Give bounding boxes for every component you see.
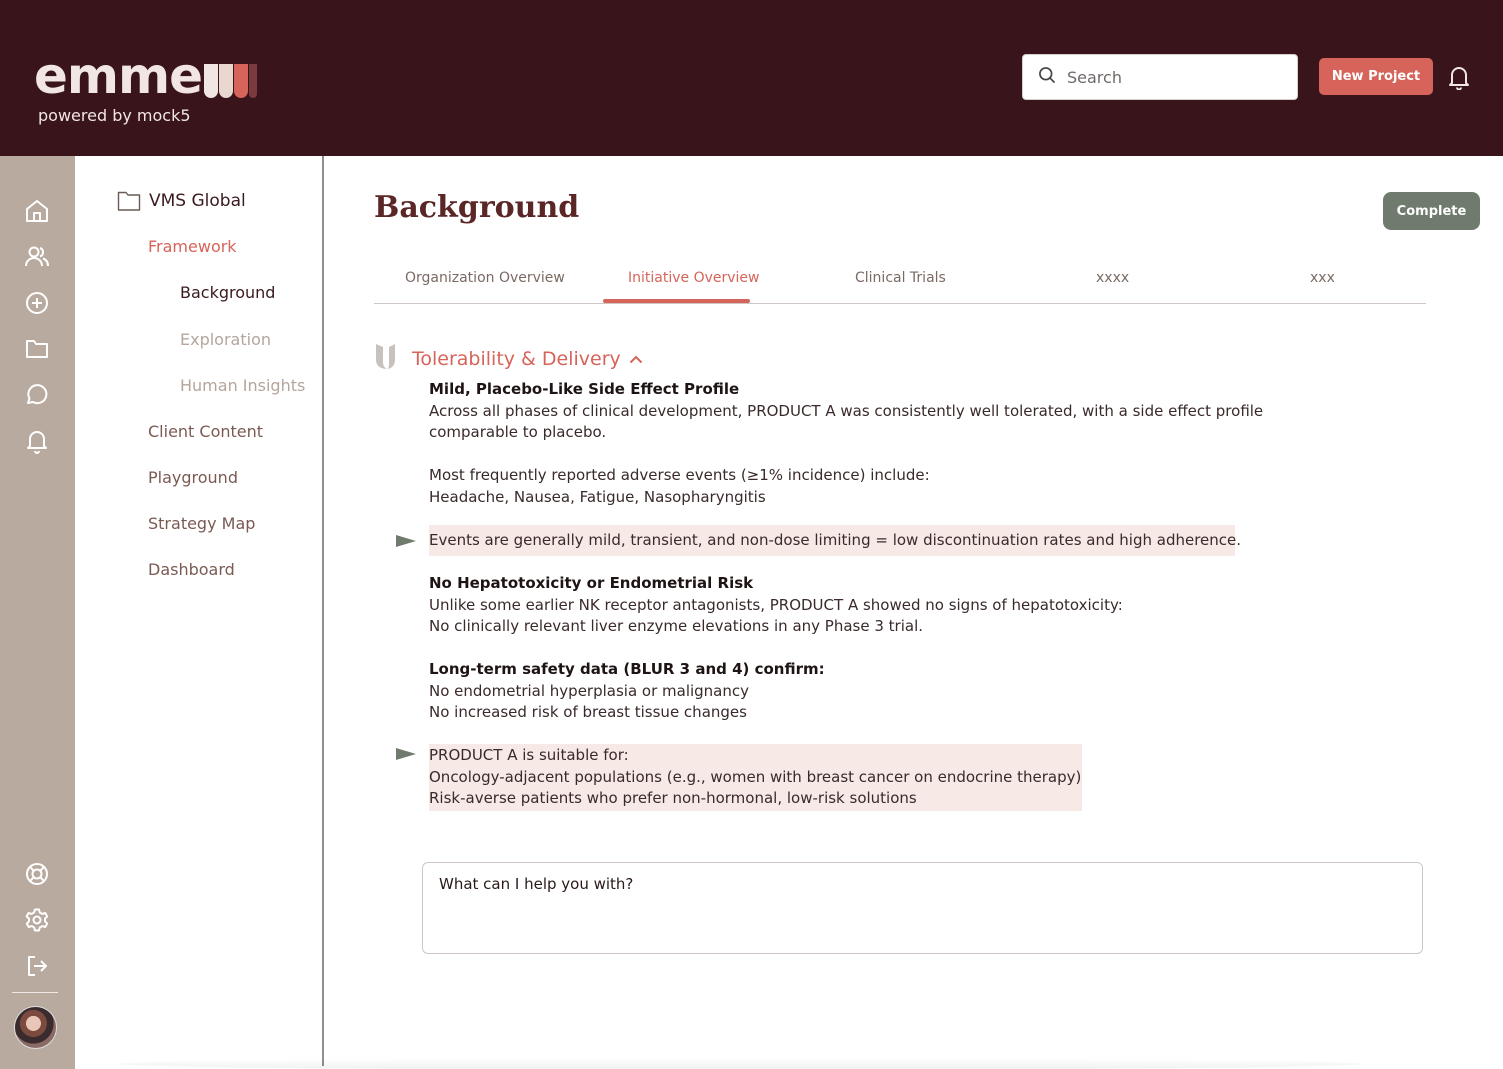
- nav-item-client-content[interactable]: Client Content: [148, 422, 263, 441]
- folder-outline-icon: [117, 191, 141, 211]
- brand-name: emme: [34, 47, 203, 105]
- callout-flag-icon: [396, 535, 416, 547]
- paragraph-line: Across all phases of clinical developmen…: [429, 402, 1264, 420]
- chevron-up-icon: [629, 355, 642, 364]
- search-icon: [1037, 65, 1057, 90]
- user-avatar[interactable]: [14, 1006, 57, 1049]
- complete-button[interactable]: Complete: [1383, 192, 1480, 230]
- paragraph-line: No increased risk of breast tissue chang…: [429, 703, 747, 721]
- nav-item-human-insights[interactable]: Human Insights: [180, 376, 305, 395]
- paragraph-line: comparable to placebo.: [429, 423, 607, 441]
- page-title: Background: [374, 190, 580, 225]
- paragraph-line: Most frequently reported adverse events …: [429, 466, 930, 484]
- active-tab-indicator: [603, 299, 750, 303]
- assistant-chat-box[interactable]: [422, 862, 1423, 954]
- bell-icon[interactable]: [24, 428, 50, 454]
- nav-item-playground[interactable]: Playground: [148, 468, 238, 487]
- callout-text: PRODUCT A is suitable for:: [429, 746, 629, 764]
- top-header: emme powered by mock5 New Project: [0, 0, 1503, 156]
- nav-item-exploration[interactable]: Exploration: [180, 330, 271, 349]
- callout-flag-icon: [396, 748, 416, 760]
- notifications-bell-icon[interactable]: [1447, 64, 1471, 91]
- settings-gear-icon[interactable]: [24, 907, 50, 933]
- nav-root-label: VMS Global: [149, 191, 246, 211]
- paragraph-line: Unlike some earlier NK receptor antagoni…: [429, 596, 1123, 614]
- subheading-side-effect: Mild, Placebo-Like Side Effect Profile: [429, 380, 740, 398]
- callout-text: Events are generally mild, transient, an…: [429, 531, 1242, 549]
- users-icon[interactable]: [24, 244, 50, 270]
- section-toggle-tolerability[interactable]: Tolerability & Delivery: [412, 348, 643, 370]
- nav-item-dashboard[interactable]: Dashboard: [148, 560, 235, 579]
- tab-bar: Organization Overview Initiative Overvie…: [374, 256, 1426, 304]
- brand-tagline: powered by mock5: [38, 106, 191, 125]
- nav-root-vms-global[interactable]: VMS Global: [117, 190, 246, 212]
- nav-item-background[interactable]: Background: [180, 283, 275, 302]
- paragraph-line: No endometrial hyperplasia or malignancy: [429, 682, 750, 700]
- search-box[interactable]: [1022, 54, 1298, 100]
- help-lifebuoy-icon[interactable]: [24, 861, 50, 887]
- folder-icon[interactable]: [24, 336, 50, 362]
- brand-logo[interactable]: emme: [34, 48, 258, 104]
- section-marker-icon: [374, 342, 398, 372]
- nav-item-strategy-map[interactable]: Strategy Map: [148, 514, 255, 533]
- section-heading: Tolerability & Delivery: [412, 348, 621, 370]
- home-icon[interactable]: [24, 198, 50, 224]
- main-content: Background Complete Organization Overvie…: [326, 156, 1503, 1069]
- subheading-hepatotoxicity: No Hepatotoxicity or Endometrial Risk: [429, 574, 754, 592]
- new-project-button[interactable]: New Project: [1319, 58, 1433, 95]
- callout-text: Risk-averse patients who prefer non-horm…: [429, 789, 917, 807]
- subheading-long-term-safety: Long-term safety data (BLUR 3 and 4) con…: [429, 660, 825, 678]
- tab-xxx[interactable]: xxx: [1310, 270, 1335, 286]
- nav-item-framework[interactable]: Framework: [148, 237, 237, 256]
- add-circle-icon[interactable]: [24, 290, 50, 316]
- callout-text: Oncology-adjacent populations (e.g., wom…: [429, 768, 1082, 786]
- project-nav: VMS Global Framework Background Explorat…: [75, 156, 324, 1066]
- paragraph-line: No clinically relevant liver enzyme elev…: [429, 617, 924, 635]
- rail-divider: [12, 992, 58, 993]
- search-input[interactable]: [1067, 67, 1277, 87]
- tab-clinical-trials[interactable]: Clinical Trials: [855, 270, 946, 286]
- tab-xxxx[interactable]: xxxx: [1096, 270, 1129, 286]
- chat-icon[interactable]: [24, 382, 50, 408]
- chat-input[interactable]: [439, 875, 1406, 941]
- paragraph-line: Headache, Nausea, Fatigue, Nasopharyngit…: [429, 488, 766, 506]
- bottom-shadow: [120, 1058, 1360, 1069]
- tab-organization-overview[interactable]: Organization Overview: [405, 270, 565, 286]
- tab-initiative-overview[interactable]: Initiative Overview: [628, 270, 760, 286]
- logout-icon[interactable]: [24, 953, 50, 979]
- brand-mark-icon: [204, 64, 258, 98]
- icon-rail: [0, 156, 75, 1069]
